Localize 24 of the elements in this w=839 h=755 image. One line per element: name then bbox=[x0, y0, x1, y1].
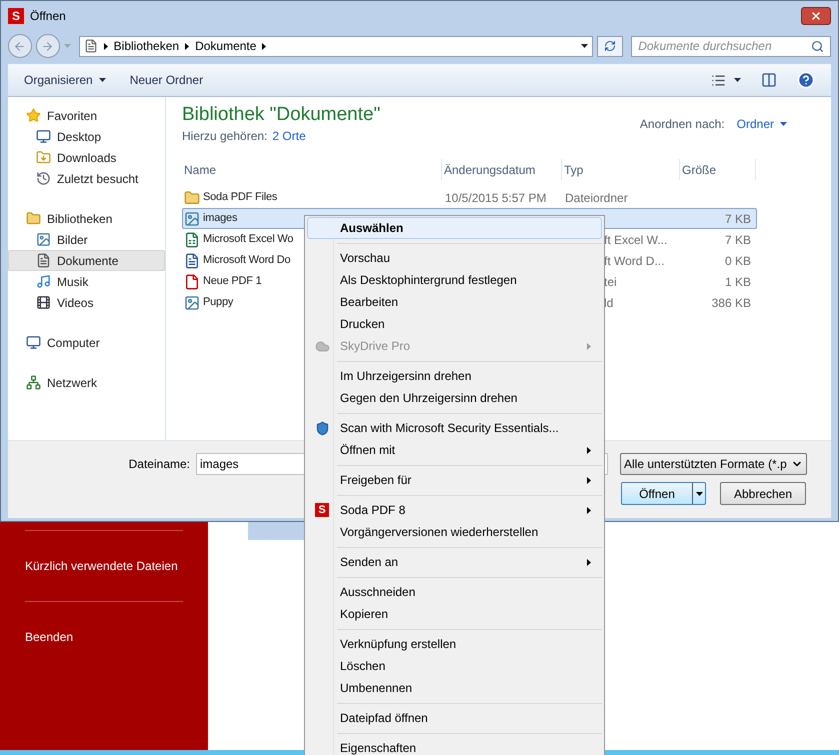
file-name: Neue PDF 1 bbox=[203, 274, 262, 290]
file-size: 1 KB bbox=[724, 274, 751, 288]
app-logo-icon: S bbox=[8, 8, 24, 24]
file-name: Soda PDF Files bbox=[203, 190, 278, 206]
file-name: Microsoft Excel Wo bbox=[203, 232, 294, 248]
library-title: Bibliothek "Dokumente" bbox=[182, 103, 380, 127]
file-type: ft Word D... bbox=[604, 254, 664, 268]
file-name: Puppy bbox=[203, 295, 234, 310]
file-type: tei bbox=[604, 274, 617, 288]
includes-label: Hierzu gehören: bbox=[182, 128, 268, 145]
file-name: Microsoft Word Do bbox=[203, 253, 290, 268]
file-size: 7 KB bbox=[724, 232, 751, 246]
window-title: Öffnen bbox=[30, 8, 66, 25]
file-type: Dateiordner bbox=[565, 190, 628, 204]
file-type: ft Excel W... bbox=[604, 232, 668, 246]
file-name: images bbox=[203, 211, 238, 226]
file-size: 386 KB bbox=[712, 296, 751, 310]
arrange-label: Anordnen nach: bbox=[640, 116, 725, 133]
file-size: 0 KB bbox=[724, 254, 751, 268]
file-type: ld bbox=[604, 296, 614, 310]
app-logo-icon: S bbox=[315, 503, 329, 517]
filename-label: Dateiname: bbox=[128, 456, 191, 473]
file-date: 10/5/2015 5:57 PM bbox=[445, 190, 546, 204]
file-size: 7 KB bbox=[724, 212, 751, 226]
